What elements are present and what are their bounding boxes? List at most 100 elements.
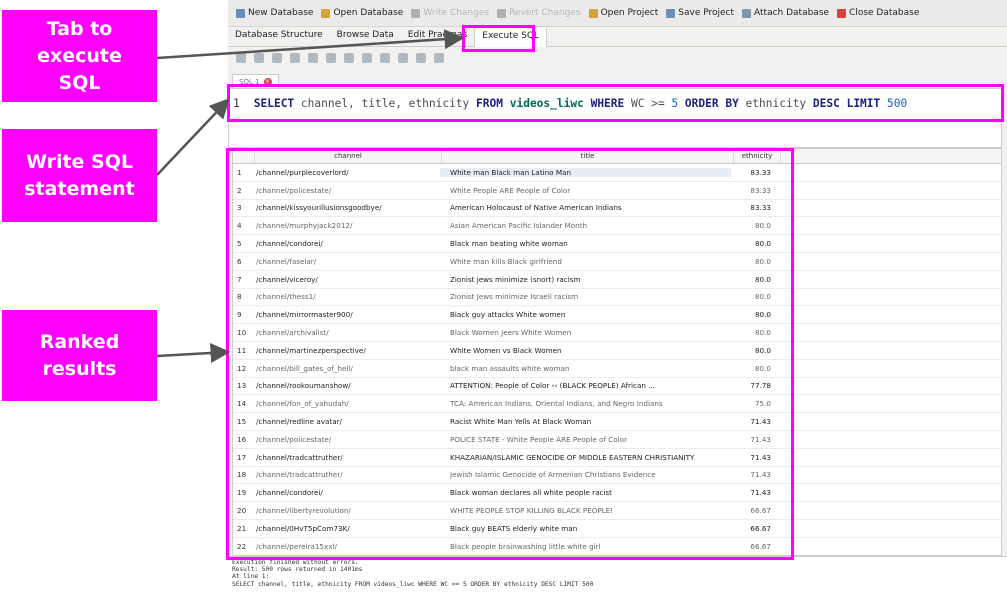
cell-ethnicity[interactable]: 83.33	[731, 168, 777, 177]
table-row[interactable]: 16/channel/policestate/POLICE STATE - Wh…	[233, 431, 1001, 449]
cell-title[interactable]: Jewish Islamic Genocide of Armenian Chri…	[440, 470, 731, 479]
row-number[interactable]: 3	[233, 203, 254, 212]
close-tab-icon[interactable]: ×	[263, 78, 272, 86]
row-number[interactable]: 1	[233, 168, 254, 177]
cell-channel[interactable]: /channel/kissyourillusionsgoodbye/	[254, 203, 440, 212]
cell-title[interactable]: Zionist Jews minimize Israeli racism	[440, 292, 731, 301]
cell-channel[interactable]: /channel/redline avatar/	[254, 417, 440, 426]
table-row[interactable]: 7/channel/viceroy/Zionist jews minimize …	[233, 271, 1001, 289]
cell-ethnicity[interactable]: 71.43	[731, 435, 777, 444]
save-sql-file-icon[interactable]	[272, 53, 282, 63]
table-row[interactable]: 17/channel/tradcattruther/KHAZARIAN/ISLA…	[233, 449, 1001, 467]
format-icon[interactable]	[434, 53, 444, 63]
results-grid[interactable]: channel title ethnicity 1/channel/purple…	[232, 148, 1002, 556]
open-database-button[interactable]: Open Database	[321, 3, 403, 23]
cell-ethnicity[interactable]: 80.0	[731, 364, 777, 373]
cell-ethnicity[interactable]: 80.0	[731, 275, 777, 284]
cell-channel[interactable]: /channel/faselar/	[254, 257, 440, 266]
cell-channel[interactable]: /channel/policestate/	[254, 435, 440, 444]
table-row[interactable]: 1/channel/purplecoverlord/White man Blac…	[233, 164, 1001, 182]
cell-channel[interactable]: /channel/thess1/	[254, 292, 440, 301]
row-number[interactable]: 7	[233, 275, 254, 284]
table-row[interactable]: 11/channel/martinezperspective/White Wom…	[233, 342, 1001, 360]
cell-channel[interactable]: /channel/archivalist/	[254, 328, 440, 337]
print-icon[interactable]	[290, 53, 300, 63]
cell-title[interactable]: Zionist jews minimize (snort) racism	[440, 275, 731, 284]
table-row[interactable]: 12/channel/bill_gates_of_hell/black man …	[233, 360, 1001, 378]
column-header-ethnicity[interactable]: ethnicity	[734, 149, 781, 163]
cell-title[interactable]: Black people brainwashing little white g…	[440, 542, 731, 551]
cell-title[interactable]: POLICE STATE - White People ARE People o…	[440, 435, 731, 444]
row-number[interactable]: 18	[233, 470, 254, 479]
open-project-button[interactable]: Open Project	[588, 3, 658, 23]
cell-channel[interactable]: /channel/pereira15xxl/	[254, 542, 440, 551]
cell-title[interactable]: Black guy BEATS elderly white man	[440, 524, 731, 533]
cell-title[interactable]: Black man beating white woman	[440, 239, 731, 248]
stop-execution-icon[interactable]	[344, 53, 354, 63]
table-row[interactable]: 3/channel/kissyourillusionsgoodbye/Ameri…	[233, 200, 1001, 218]
cell-ethnicity[interactable]: 71.43	[731, 470, 777, 479]
cell-ethnicity[interactable]: 66.67	[731, 524, 777, 533]
cell-title[interactable]: black man assaults white woman	[440, 364, 731, 373]
open-sql-tab-icon[interactable]	[236, 53, 246, 63]
execute-current-line-icon[interactable]	[326, 53, 336, 63]
cell-ethnicity[interactable]: 71.43	[731, 453, 777, 462]
cell-channel[interactable]: /channel/condorei/	[254, 239, 440, 248]
open-sql-file-icon[interactable]	[254, 53, 264, 63]
cell-channel[interactable]: /channel/martinezperspective/	[254, 346, 440, 355]
cell-channel[interactable]: /channel/0HvT5pCom73K/	[254, 524, 440, 533]
cell-title[interactable]: Racist White Man Yells At Black Woman	[440, 417, 731, 426]
tab-browse-data[interactable]: Browse Data	[330, 26, 401, 46]
table-row[interactable]: 6/channel/faselar/White man kills Black …	[233, 253, 1001, 271]
table-row[interactable]: 8/channel/thess1/Zionist Jews minimize I…	[233, 289, 1001, 307]
table-row[interactable]: 9/channel/mirrormaster900/Black guy atta…	[233, 306, 1001, 325]
cell-title[interactable]: Black woman declares all white people ra…	[440, 488, 731, 497]
row-number[interactable]: 8	[233, 292, 254, 301]
cell-ethnicity[interactable]: 77.78	[731, 381, 777, 390]
sql-editor[interactable]: 1 SELECT channel, title, ethnicity FROM v…	[228, 88, 1002, 148]
cell-channel[interactable]: /channel/purplecoverlord/	[254, 168, 440, 177]
save-project-button[interactable]: Save Project	[666, 3, 734, 23]
save-results-icon[interactable]	[362, 53, 372, 63]
cell-title[interactable]: White People ARE People of Color	[440, 186, 731, 195]
cell-title[interactable]: WHITE PEOPLE STOP KILLING BLACK PEOPLE!	[440, 506, 731, 515]
table-row[interactable]: 4/channel/murphyjack2012/Asian American …	[233, 217, 1001, 236]
find-icon[interactable]	[380, 53, 390, 63]
row-number[interactable]: 6	[233, 257, 254, 266]
cell-channel[interactable]: /channel/viceroy/	[254, 275, 440, 284]
cell-channel[interactable]: /channel/murphyjack2012/	[254, 221, 440, 230]
row-number[interactable]: 21	[233, 524, 254, 533]
tab-execute-sql[interactable]: Execute SQL	[474, 26, 547, 47]
cell-ethnicity[interactable]: 66.67	[731, 506, 777, 515]
table-row[interactable]: 13/channel/rookoumanshow/ATTENTION: Peop…	[233, 378, 1001, 396]
tab-database-structure[interactable]: Database Structure	[228, 26, 330, 46]
cell-channel[interactable]: /channel/policestate/	[254, 186, 440, 195]
cell-title[interactable]: White Women vs Black Women	[440, 346, 731, 355]
cell-title[interactable]: White man Black man Latino Man	[440, 167, 731, 177]
close-database-button[interactable]: Close Database	[837, 3, 919, 23]
table-row[interactable]: 2/channel/policestate/White People ARE P…	[233, 182, 1001, 200]
cell-ethnicity[interactable]: 80.0	[731, 221, 777, 230]
row-number[interactable]: 14	[233, 399, 254, 408]
cell-ethnicity[interactable]: 83.33	[731, 203, 777, 212]
cell-channel[interactable]: /channel/fon_of_yahudah/	[254, 399, 440, 408]
execute-all-icon[interactable]	[308, 53, 318, 63]
row-number[interactable]: 19	[233, 488, 254, 497]
cell-title[interactable]: White man kills Black girlfriend	[440, 257, 731, 266]
cell-title[interactable]: Black guy attacks White women	[440, 310, 731, 319]
table-row[interactable]: 21/channel/0HvT5pCom73K/Black guy BEATS …	[233, 520, 1001, 538]
table-row[interactable]: 14/channel/fon_of_yahudah/TCA: American …	[233, 395, 1001, 414]
row-number[interactable]: 22	[233, 542, 254, 551]
cell-channel[interactable]: /channel/bill_gates_of_hell/	[254, 364, 440, 373]
row-number[interactable]: 4	[233, 221, 254, 230]
row-number[interactable]: 15	[233, 417, 254, 426]
row-number[interactable]: 13	[233, 381, 254, 390]
row-number[interactable]: 12	[233, 364, 254, 373]
cell-title[interactable]: Asian American Pacific Islander Month	[440, 221, 731, 230]
table-row[interactable]: 10/channel/archivalist/Black Women Jeers…	[233, 324, 1001, 342]
cell-channel[interactable]: /channel/condorei/	[254, 488, 440, 497]
table-row[interactable]: 15/channel/redline avatar/Racist White M…	[233, 413, 1001, 431]
find-replace-icon[interactable]	[398, 53, 408, 63]
column-header-channel[interactable]: channel	[255, 149, 442, 163]
cell-title[interactable]: American Holocaust of Native American In…	[440, 203, 731, 212]
